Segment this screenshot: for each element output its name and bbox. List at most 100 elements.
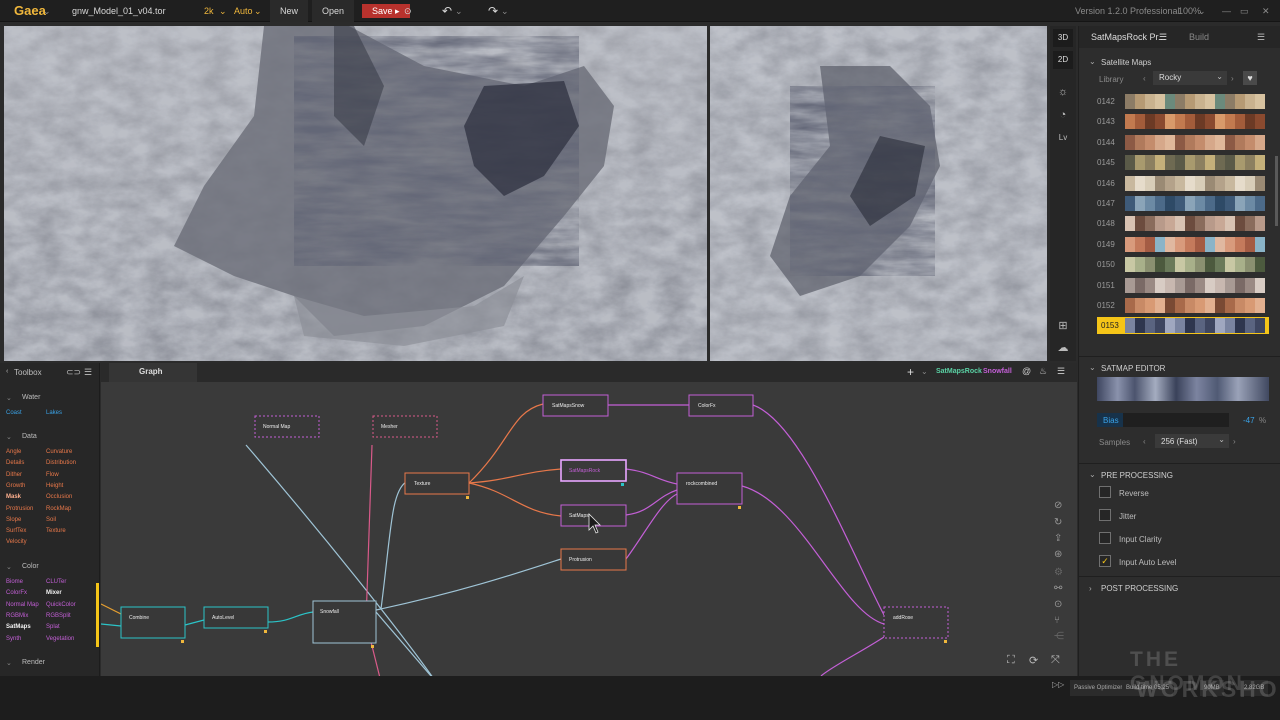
tool-growth[interactable]: Growth — [6, 483, 25, 489]
fit-icon[interactable]: ⤧ — [1051, 654, 1060, 667]
samples-next-icon[interactable]: › — [1233, 437, 1236, 446]
node-addrose[interactable]: addRose — [883, 606, 949, 643]
add-node-icon[interactable]: + — [907, 365, 914, 379]
toggle-icon[interactable]: ⊂⊃ — [66, 367, 81, 378]
node-rockcombined[interactable]: rockcombined — [676, 472, 743, 509]
bias-slider[interactable]: Bias — [1097, 413, 1229, 427]
undo-chevron-icon[interactable]: ⌄ — [455, 0, 463, 22]
zoom-chevron-icon[interactable]: ⌄ — [1198, 0, 1206, 22]
share-icon[interactable]: ⋲ — [1054, 631, 1064, 642]
target-icon[interactable]: ⊛ — [1054, 549, 1062, 560]
node-normal-map[interactable]: Normal Map — [254, 415, 320, 438]
node-satmapssnow[interactable]: SatMapsSnow — [542, 394, 609, 417]
color-group[interactable]: Color — [22, 563, 39, 570]
branch-icon[interactable]: ⑂ — [1054, 615, 1060, 626]
viewport-3d[interactable] — [4, 26, 707, 361]
samples-prev-icon[interactable]: ‹ — [1143, 437, 1146, 446]
link-icon[interactable]: ⚯ — [1054, 583, 1062, 594]
passive-optimizer-button[interactable]: Passive Optimizer — [1070, 680, 1127, 696]
node-snowfall[interactable]: Snowfall — [312, 600, 377, 648]
node-texture[interactable]: Texture — [404, 472, 470, 499]
undo-icon[interactable]: ↶ — [442, 0, 452, 22]
library-select[interactable]: Rocky ⌄ — [1153, 71, 1227, 85]
bias-value[interactable]: -47 — [1243, 416, 1255, 425]
satmap-row[interactable]: 0153 — [1097, 317, 1269, 335]
favorite-heart-icon[interactable]: ♥ — [1243, 71, 1257, 85]
satmap-row[interactable]: 0146 — [1097, 175, 1269, 192]
tool-colorfx[interactable]: ColorFx — [6, 590, 27, 596]
maximize-icon[interactable]: ▭ — [1240, 0, 1249, 22]
tool-vegetation[interactable]: Vegetation — [46, 636, 74, 642]
pre-processing-chevron-icon[interactable]: ⌄ — [1089, 470, 1096, 479]
node-mesher[interactable]: Mesher — [372, 415, 438, 438]
satmap-row[interactable]: 0143 — [1097, 113, 1269, 130]
satmap-row[interactable]: 0149 — [1097, 236, 1269, 253]
output-satmapsrock[interactable]: SatMapsRock — [936, 368, 982, 375]
tool-biome[interactable]: Biome — [6, 579, 23, 585]
tool-soil[interactable]: Soil — [46, 517, 56, 523]
tool-quickcolor[interactable]: QuickColor — [46, 602, 76, 608]
redo-icon[interactable]: ↷ — [488, 0, 498, 22]
collapse-chevron-icon[interactable]: ⌄ — [1089, 57, 1096, 66]
flame-icon[interactable]: ♨ — [1039, 366, 1047, 377]
input-clarity-checkbox[interactable] — [1099, 532, 1111, 544]
new-button[interactable]: New — [270, 0, 309, 22]
save-button[interactable]: Save ▸ — [362, 4, 410, 18]
satmap-preview-strip[interactable] — [1097, 377, 1269, 401]
tool-normal-map[interactable]: Normal Map — [6, 602, 39, 608]
app-menu-chevron-icon[interactable]: ⌄ — [43, 0, 51, 22]
at-icon[interactable]: @ — [1022, 366, 1031, 376]
post-processing-chevron-icon[interactable]: › — [1089, 584, 1092, 593]
tool-velocity[interactable]: Velocity — [6, 539, 27, 545]
color-chevron-icon[interactable]: ⌄ — [6, 563, 12, 571]
history-icon[interactable]: ⊙ — [404, 0, 412, 22]
data-chevron-icon[interactable]: ⌄ — [6, 433, 12, 441]
tool-surftex[interactable]: SurfTex — [6, 528, 26, 534]
minimize-icon[interactable]: — — [1222, 0, 1231, 22]
output-snowfall[interactable]: Snowfall — [983, 368, 1012, 375]
water-chevron-icon[interactable]: ⌄ — [6, 394, 12, 402]
close-icon[interactable]: ✕ — [1262, 0, 1270, 22]
tool-angle[interactable]: Angle — [6, 449, 21, 455]
tool-flow[interactable]: Flow — [46, 472, 59, 478]
tool-satmaps[interactable]: SatMaps — [6, 624, 31, 630]
tool-lakes[interactable]: Lakes — [46, 410, 62, 416]
editor-chevron-icon[interactable]: ⌄ — [1089, 363, 1096, 372]
play-icon[interactable]: ▷▷ — [1052, 680, 1064, 689]
disable-icon[interactable]: ⊘ — [1054, 500, 1062, 511]
tab-satmapsrock[interactable]: SatMapsRock Pr... — [1091, 26, 1166, 48]
water-group[interactable]: Water — [22, 394, 40, 401]
resolution-select[interactable]: 2k — [204, 0, 214, 22]
render-chevron-icon[interactable]: ⌄ — [6, 659, 12, 667]
tool-protrusion[interactable]: Protrusion — [6, 506, 33, 512]
panel-menu-icon[interactable]: ☰ — [1257, 26, 1265, 48]
tab-menu-icon[interactable]: ☰ — [1159, 26, 1167, 48]
gauge-icon[interactable]: ◔ — [1053, 106, 1073, 124]
satmap-row[interactable]: 0152 — [1097, 297, 1269, 314]
node-autolevel[interactable]: AutoLevel — [203, 606, 269, 633]
settings-icon[interactable]: ⚙ — [1054, 567, 1063, 578]
node-protrusion[interactable]: Protrusion — [560, 548, 627, 571]
data-group[interactable]: Data — [22, 433, 37, 440]
reverse-checkbox[interactable] — [1099, 486, 1111, 498]
tool-coast[interactable]: Coast — [6, 410, 22, 416]
view-2d-button[interactable]: 2D — [1053, 51, 1073, 69]
node-combine[interactable]: Combine — [120, 606, 186, 643]
samples-select[interactable]: 256 (Fast) ⌄ — [1155, 434, 1229, 448]
satmap-row[interactable]: 0145 — [1097, 154, 1269, 171]
library-next-icon[interactable]: › — [1231, 74, 1234, 83]
tool-rgbmix[interactable]: RGBMix — [6, 613, 28, 619]
grid-icon[interactable]: ⊞ — [1053, 317, 1073, 335]
tool-occlusion[interactable]: Occlusion — [46, 494, 72, 500]
graph-menu-icon[interactable]: ☰ — [1057, 366, 1065, 377]
tool-slope[interactable]: Slope — [6, 517, 21, 523]
tool-synth[interactable]: Synth — [6, 636, 21, 642]
graph-canvas[interactable]: Normal Map Mesher Texture SatMapsSnow Co… — [101, 382, 1077, 676]
node-icon[interactable]: ⊙ — [1054, 599, 1062, 610]
jitter-checkbox[interactable] — [1099, 509, 1111, 521]
library-prev-icon[interactable]: ‹ — [1143, 74, 1146, 83]
satmap-row[interactable]: 0150 — [1097, 256, 1269, 273]
satmap-row[interactable]: 0151 — [1097, 277, 1269, 294]
toolbox-scrollbar[interactable] — [96, 583, 99, 647]
view-3d-button[interactable]: 3D — [1053, 29, 1073, 47]
